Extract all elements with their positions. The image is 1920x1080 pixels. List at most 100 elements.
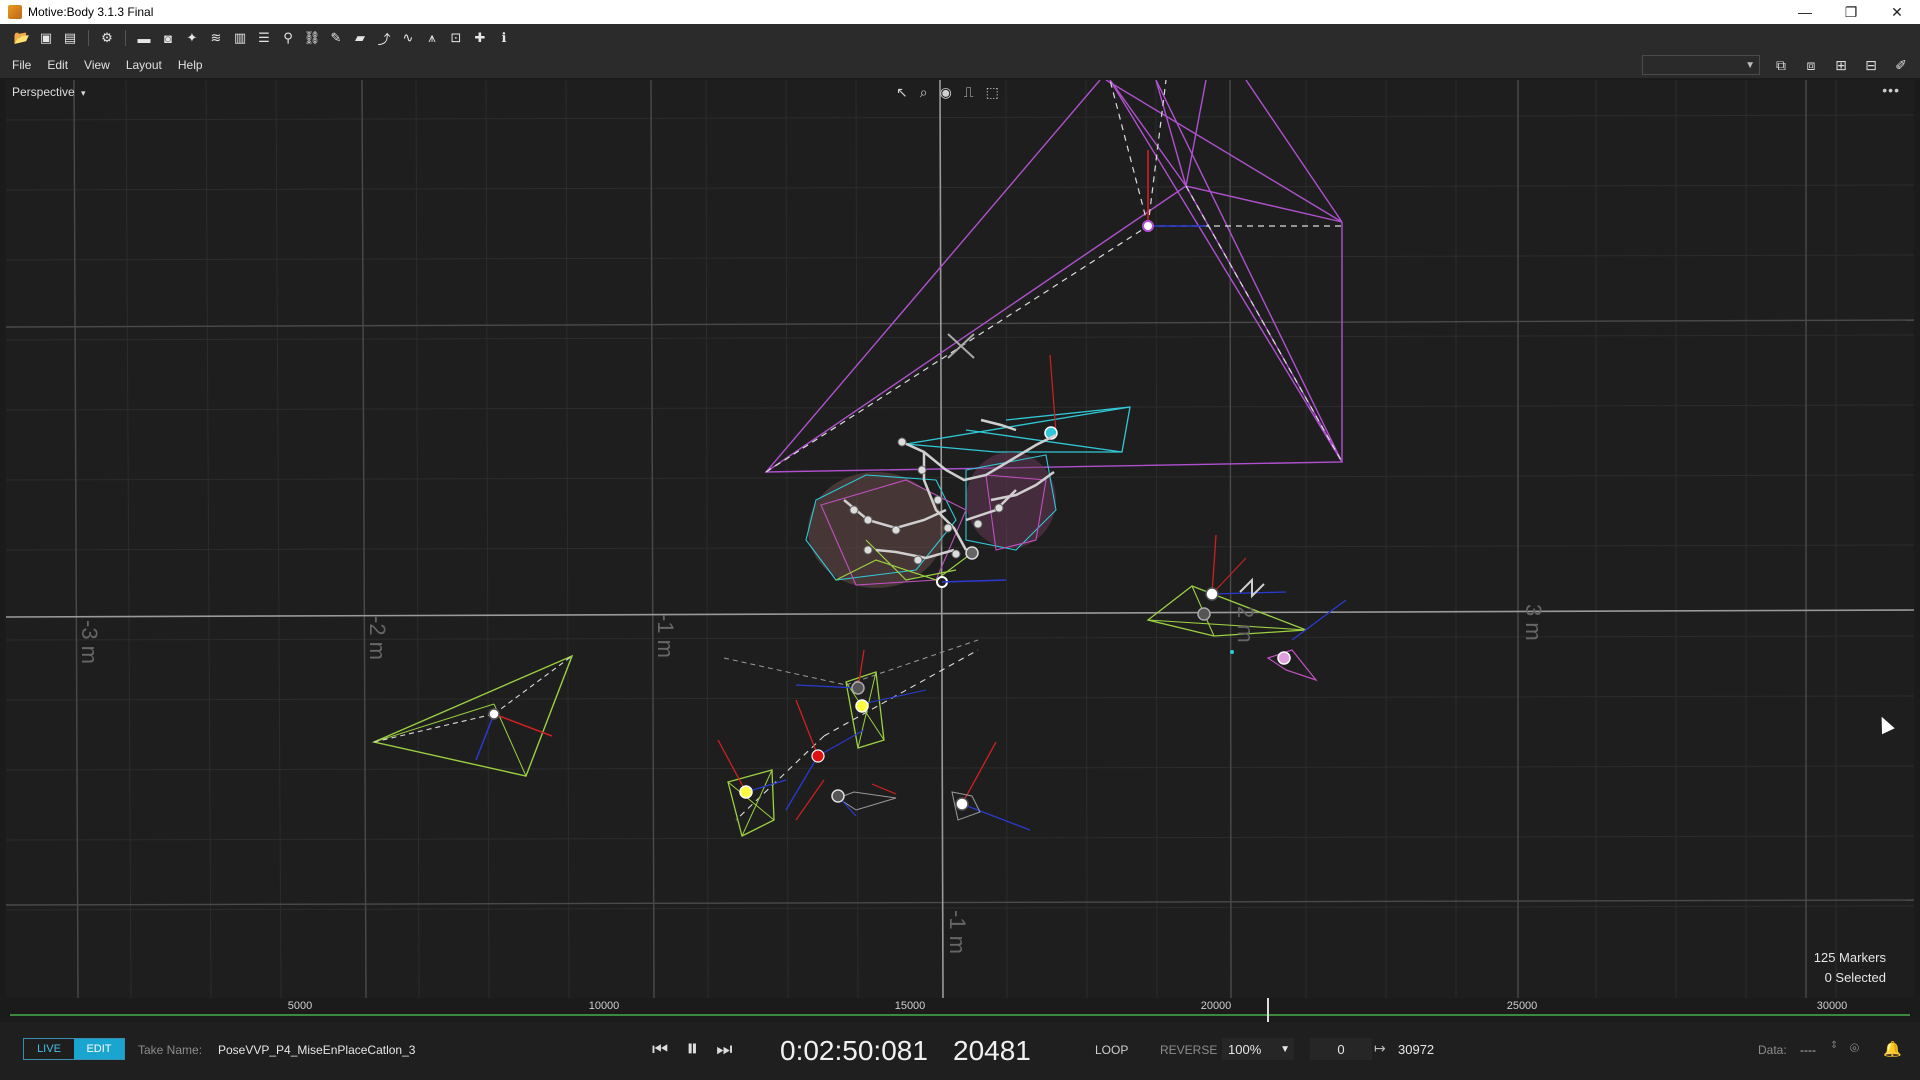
save-as-icon[interactable]: ▤ (62, 30, 78, 46)
layout-create-icon[interactable]: ⧈ (1802, 56, 1820, 74)
frame-number[interactable]: 20481 (953, 1035, 1031, 1067)
maximize-button[interactable]: ❐ (1828, 0, 1874, 24)
database-icon[interactable]: ≋ (208, 30, 224, 46)
view-mode-label: Perspective (12, 85, 75, 99)
axis-label-x-2: 2 m (1233, 606, 1258, 643)
box-select-icon[interactable]: ⬚ (986, 84, 999, 101)
graph-icon[interactable]: ⤴ (376, 30, 392, 47)
playback-speed-dropdown[interactable]: 100% ▼ (1222, 1038, 1294, 1060)
layout-dropdown[interactable]: ▼ (1642, 55, 1760, 75)
toolbar-divider (125, 30, 126, 46)
loop-toggle[interactable]: LOOP (1095, 1043, 1128, 1057)
playback-speed-value: 100% (1228, 1041, 1262, 1057)
title-bar: Motive:Body 3.1.3 Final — ❐ ✕ (0, 0, 1920, 24)
save-icon[interactable]: ▣ (38, 30, 54, 46)
timecode-display: 0:02:50:081 (780, 1035, 928, 1066)
tool-icon[interactable]: ✎ (328, 30, 344, 46)
take-name-label: Take Name: (138, 1043, 203, 1057)
viewport-tools: ↖ ⌕ ◉ ⎍ ⬚ (896, 84, 999, 101)
menu-layout[interactable]: Layout (126, 58, 162, 72)
transport-controls: ⏮ ⏸ ⏭ (652, 1035, 732, 1063)
app-logo-icon (8, 5, 22, 19)
main-toolbar: 📂 ▣ ▤ ⚙ ▬ ◙ ✦ ≋ ▥ ☰ ⚲ ⛓ ✎ ▰ ⤴ ∿ ⩚ ⊡ ✚ ℹ (0, 24, 1920, 52)
more-options-icon[interactable]: ••• (1882, 82, 1900, 98)
live-mode-button[interactable]: LIVE (24, 1039, 74, 1059)
link-icon[interactable]: ⛓ (304, 30, 321, 46)
menu-help[interactable]: Help (178, 58, 203, 72)
select-tool-icon[interactable]: ↖ (896, 84, 908, 101)
timeline-tick: 5000 (287, 1000, 313, 1012)
skeleton-icon[interactable]: ⚲ (280, 30, 296, 46)
data-label: Data: (1758, 1043, 1787, 1057)
skip-forward-icon[interactable]: ⏭ (716, 1039, 732, 1060)
menu-bar: File Edit View Layout Help ▼ ⧉ ⧈ ⊞ ⊟ ✐ (0, 52, 1920, 78)
zoom-tool-icon[interactable]: ⌕ (920, 84, 928, 101)
edit-mode-button[interactable]: EDIT (74, 1039, 124, 1059)
data-stepper-icon[interactable]: ⇕ (1830, 1040, 1838, 1051)
rigid-body-cluster-lower[interactable] (717, 639, 1031, 837)
data-value: ---- (1800, 1043, 1816, 1057)
layout-edit-icon[interactable]: ⊟ (1862, 56, 1880, 74)
view-mode-dropdown[interactable]: Perspective ▾ (12, 85, 86, 99)
pan-tool-icon[interactable]: ⎍ (964, 84, 974, 101)
network-icon[interactable]: ⌾ (1850, 1040, 1859, 1057)
timeline-tick: 25000 (1506, 1000, 1538, 1012)
menu-edit[interactable]: Edit (47, 58, 68, 72)
timeline-tick: 30000 (1816, 1000, 1848, 1012)
rigid-body-left[interactable] (371, 654, 574, 777)
layers-icon[interactable]: ☰ (256, 30, 272, 46)
timeline-track[interactable] (10, 1014, 1910, 1016)
marker[interactable] (1142, 220, 1154, 232)
range-end-input[interactable]: 30972 (1398, 1038, 1458, 1060)
info-icon[interactable]: ℹ (496, 30, 512, 46)
skeleton-hands[interactable] (805, 418, 1057, 588)
mode-toggle: LIVE EDIT (23, 1038, 125, 1060)
view-tool-icon[interactable]: ◉ (940, 84, 952, 101)
timeline-playhead[interactable] (1267, 998, 1269, 1022)
motive-app: Motive:Body 3.1.3 Final — ❐ ✕ 📂 ▣ ▤ ⚙ ▬ … (0, 0, 1920, 1080)
layout-calibrate-icon[interactable]: ⧉ (1772, 56, 1790, 74)
camera-icon[interactable]: ◙ (160, 30, 176, 46)
range-arrow-icon: ↦ (1374, 1040, 1386, 1056)
minimize-button[interactable]: — (1782, 0, 1828, 24)
axis-label-z-neg1: -1 m (945, 910, 970, 954)
timeline-tick: 20000 (1200, 1000, 1232, 1012)
range-start-input[interactable]: 0 (1310, 1038, 1372, 1060)
chevron-down-icon: ▼ (1745, 59, 1755, 71)
layout-controls: ▼ ⧉ ⧈ ⊞ ⊟ ✐ (1642, 55, 1910, 75)
toolbar-divider (88, 30, 89, 46)
marker-info: 125 Markers 0 Selected (1814, 948, 1886, 988)
menu-file[interactable]: File (12, 58, 31, 72)
label-icon[interactable]: ⊡ (448, 30, 464, 46)
window-title: Motive:Body 3.1.3 Final (28, 5, 154, 19)
timeline-tick: 10000 (588, 1000, 620, 1012)
wand-icon[interactable]: ✦ (184, 30, 200, 46)
marker-icon[interactable]: ▰ (352, 30, 368, 46)
layout-custom-icon[interactable]: ✐ (1892, 56, 1910, 74)
open-icon[interactable]: 📂 (14, 30, 30, 46)
star-icon[interactable]: ✚ (472, 30, 488, 46)
pause-icon[interactable]: ⏸ (686, 1035, 698, 1063)
chevron-down-icon: ▼ (1280, 1043, 1290, 1055)
scene-canvas[interactable] (6, 80, 1914, 998)
settings-icon[interactable]: ⚙ (99, 30, 115, 46)
perspective-viewport[interactable]: -3 m -2 m -1 m 2 m 3 m -1 m Perspective … (6, 80, 1914, 998)
marker-count: 125 Markers (1813, 950, 1886, 965)
axis-label-x-3: 3 m (1521, 604, 1546, 641)
take-name-value[interactable]: PoseVVP_P4_MiseEnPlaceCatlon_3 (218, 1043, 415, 1057)
layout-capture-icon[interactable]: ⊞ (1832, 56, 1850, 74)
skip-back-icon[interactable]: ⏮ (652, 1039, 668, 1060)
reverse-toggle[interactable]: REVERSE (1160, 1043, 1217, 1057)
trash-icon[interactable]: ▥ (232, 30, 248, 46)
notification-bell-icon[interactable]: 🔔 (1883, 1040, 1902, 1058)
filter-icon[interactable]: ⩚ (424, 30, 440, 46)
close-button[interactable]: ✕ (1874, 0, 1920, 24)
rigid-body-cyan[interactable] (905, 406, 1131, 453)
axis-y-red (1049, 354, 1057, 434)
panel-icon[interactable]: ▬ (136, 30, 152, 46)
timeline-scrubber[interactable]: 5000 10000 15000 20000 25000 30000 (6, 998, 1914, 1022)
axis-label-x-neg3: -3 m (77, 620, 102, 664)
playback-bar: LIVE EDIT Take Name: PoseVVP_P4_MiseEnPl… (0, 1022, 1920, 1080)
menu-view[interactable]: View (84, 58, 110, 72)
curve-icon[interactable]: ∿ (400, 30, 416, 46)
